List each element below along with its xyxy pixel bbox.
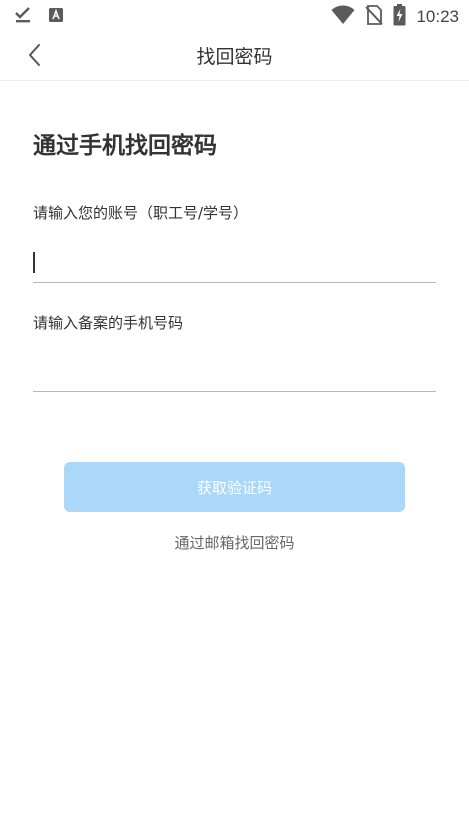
wifi-icon xyxy=(331,5,355,29)
phone-field-label: 请输入备案的手机号码 xyxy=(33,314,184,332)
account-input[interactable] xyxy=(33,242,436,283)
no-sim-icon xyxy=(365,5,384,29)
account-field-label: 请输入您的账号（职工号/学号） xyxy=(33,204,249,222)
section-heading: 通过手机找回密码 xyxy=(33,133,217,159)
page-title: 找回密码 xyxy=(196,46,273,68)
status-bar: 10:23 xyxy=(0,0,469,32)
app-bar: 找回密码 xyxy=(0,32,469,81)
text-cursor xyxy=(33,252,35,273)
email-recovery-link[interactable]: 通过邮箱找回密码 xyxy=(0,532,469,553)
get-verification-code-button[interactable]: 获取验证码 xyxy=(64,462,405,512)
phone-input[interactable] xyxy=(33,351,436,392)
battery-charging-icon xyxy=(393,4,406,30)
clock: 10:23 xyxy=(416,7,459,26)
app-notification-icon xyxy=(48,7,64,27)
download-done-icon xyxy=(14,6,32,28)
